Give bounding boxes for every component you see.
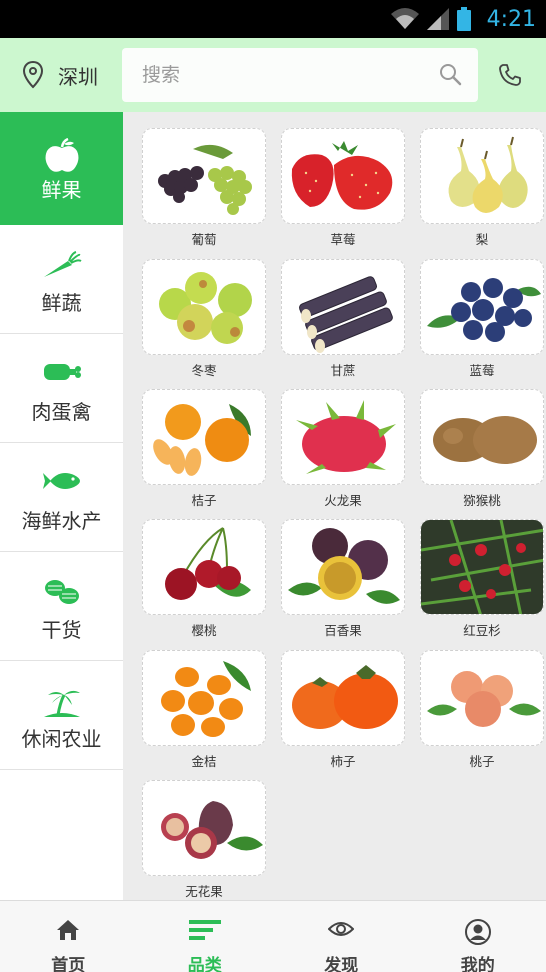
tab-label: 品类 [187,956,222,972]
product-image-kiwi [420,389,544,485]
product-card-red-yew[interactable]: 红豆杉 [420,519,544,639]
home-icon [57,920,80,940]
product-image-dragon-fruit [281,389,405,485]
fish-icon [42,473,80,489]
sidebar-item-label: 鲜蔬 [41,291,82,315]
sidebar-item-label: 海鲜水产 [21,509,102,533]
bottom-navigation: 首页 品类 发现 我的 [0,900,546,972]
sidebar-item-label: 鲜果 [41,178,82,202]
product-image-tangerine [142,389,266,485]
product-name: 草莓 [330,232,356,247]
phone-icon[interactable] [498,63,522,87]
product-card-blueberry[interactable]: 蓝莓 [420,259,544,379]
product-image-pear [420,128,544,224]
product-card-persimmon[interactable]: 柿子 [281,650,405,770]
tab-home[interactable]: 首页 [0,901,137,972]
product-image-peach [420,650,544,746]
sidebar-item-leisure-agriculture[interactable]: 休闲农业 [0,661,123,770]
product-name: 冬枣 [191,363,217,378]
product-card-fig[interactable]: 无花果 [142,780,266,900]
tab-discover[interactable]: 发现 [273,901,410,972]
product-image-blueberry [420,259,544,355]
sidebar-item-label: 肉蛋禽 [31,400,92,424]
location-selector[interactable]: 深圳 [22,38,98,112]
location-pin-icon [22,61,44,89]
user-icon [464,919,491,945]
product-card-peach[interactable]: 桃子 [420,650,544,770]
product-name: 梨 [475,232,489,247]
product-image-fig [142,780,266,876]
product-image-passion-fruit [281,519,405,615]
product-name: 樱桃 [191,623,217,638]
tab-label: 首页 [51,956,86,972]
search-placeholder: 搜索 [142,64,181,86]
product-card-winter-jujube[interactable]: 冬枣 [142,259,266,379]
product-name: 甘蔗 [330,363,356,378]
product-card-strawberry[interactable]: 草莓 [281,128,405,248]
product-image-red-yew [420,519,544,615]
sidebar-item-fresh-fruit[interactable]: 鲜果 [0,112,123,225]
tab-label: 发现 [324,956,359,972]
sidebar-item-label: 干货 [41,618,82,642]
category-sidebar: 鲜果 鲜蔬 肉蛋禽 海鲜水产 干货 休闲农业 [0,112,123,900]
sidebar-item-meat-eggs-poultry[interactable]: 肉蛋禽 [0,334,123,443]
product-name: 柿子 [330,754,356,769]
product-name: 百香果 [324,623,362,638]
search-icon[interactable] [438,62,462,86]
sidebar-item-dry-goods[interactable]: 干货 [0,552,123,661]
product-card-grape[interactable]: 葡萄 [142,128,266,248]
product-name: 蓝莓 [469,363,495,378]
product-card-sugarcane[interactable]: 甘蔗 [281,259,405,379]
apple-icon [45,138,78,172]
status-bar: 4:21 [0,0,546,38]
product-grid: 葡萄 草莓 梨 冬枣 甘蔗 蓝莓 桔子 火龙果 猕猴桃 樱桃 百香果 红豆杉 金… [123,112,546,900]
sidebar-item-label: 休闲农业 [21,727,102,751]
product-name: 金桔 [191,754,217,769]
product-card-passion-fruit[interactable]: 百香果 [281,519,405,639]
product-card-kumquat[interactable]: 金桔 [142,650,266,770]
product-name: 红豆杉 [463,623,501,638]
product-card-cherry[interactable]: 樱桃 [142,519,266,639]
product-name: 火龙果 [324,493,362,508]
product-image-kumquat [142,650,266,746]
battery-icon [456,7,471,31]
sidebar-item-seafood[interactable]: 海鲜水产 [0,443,123,552]
product-image-strawberry [281,128,405,224]
product-name: 猕猴桃 [463,493,501,508]
product-image-winter-jujube [142,259,266,355]
tab-me[interactable]: 我的 [410,901,546,972]
product-name: 桃子 [469,754,495,769]
product-card-tangerine[interactable]: 桔子 [142,389,266,509]
product-card-dragon-fruit[interactable]: 火龙果 [281,389,405,509]
wifi-icon [390,8,419,29]
product-image-cherry [142,519,266,615]
product-name: 无花果 [185,884,223,899]
eye-icon [328,922,355,936]
product-name: 葡萄 [191,232,217,247]
product-card-pear[interactable]: 梨 [420,128,544,248]
product-image-persimmon [281,650,405,746]
tab-category[interactable]: 品类 [137,901,274,972]
tab-label: 我的 [460,956,495,972]
meat-icon [43,364,81,380]
carrot-icon [43,251,82,277]
product-name: 桔子 [191,493,217,508]
peanut-icon [44,580,79,604]
category-icon [188,920,221,940]
product-card-kiwi[interactable]: 猕猴桃 [420,389,544,509]
sidebar-item-fresh-vegetables[interactable]: 鲜蔬 [0,225,123,334]
palm-island-icon [43,690,80,717]
top-header: 深圳 搜索 [0,38,546,112]
city-label: 深圳 [58,64,98,89]
product-image-grape [142,128,266,224]
product-image-sugarcane [281,259,405,355]
search-input[interactable]: 搜索 [122,48,478,102]
clock-time: 4:21 [486,6,536,32]
signal-icon [426,8,449,30]
